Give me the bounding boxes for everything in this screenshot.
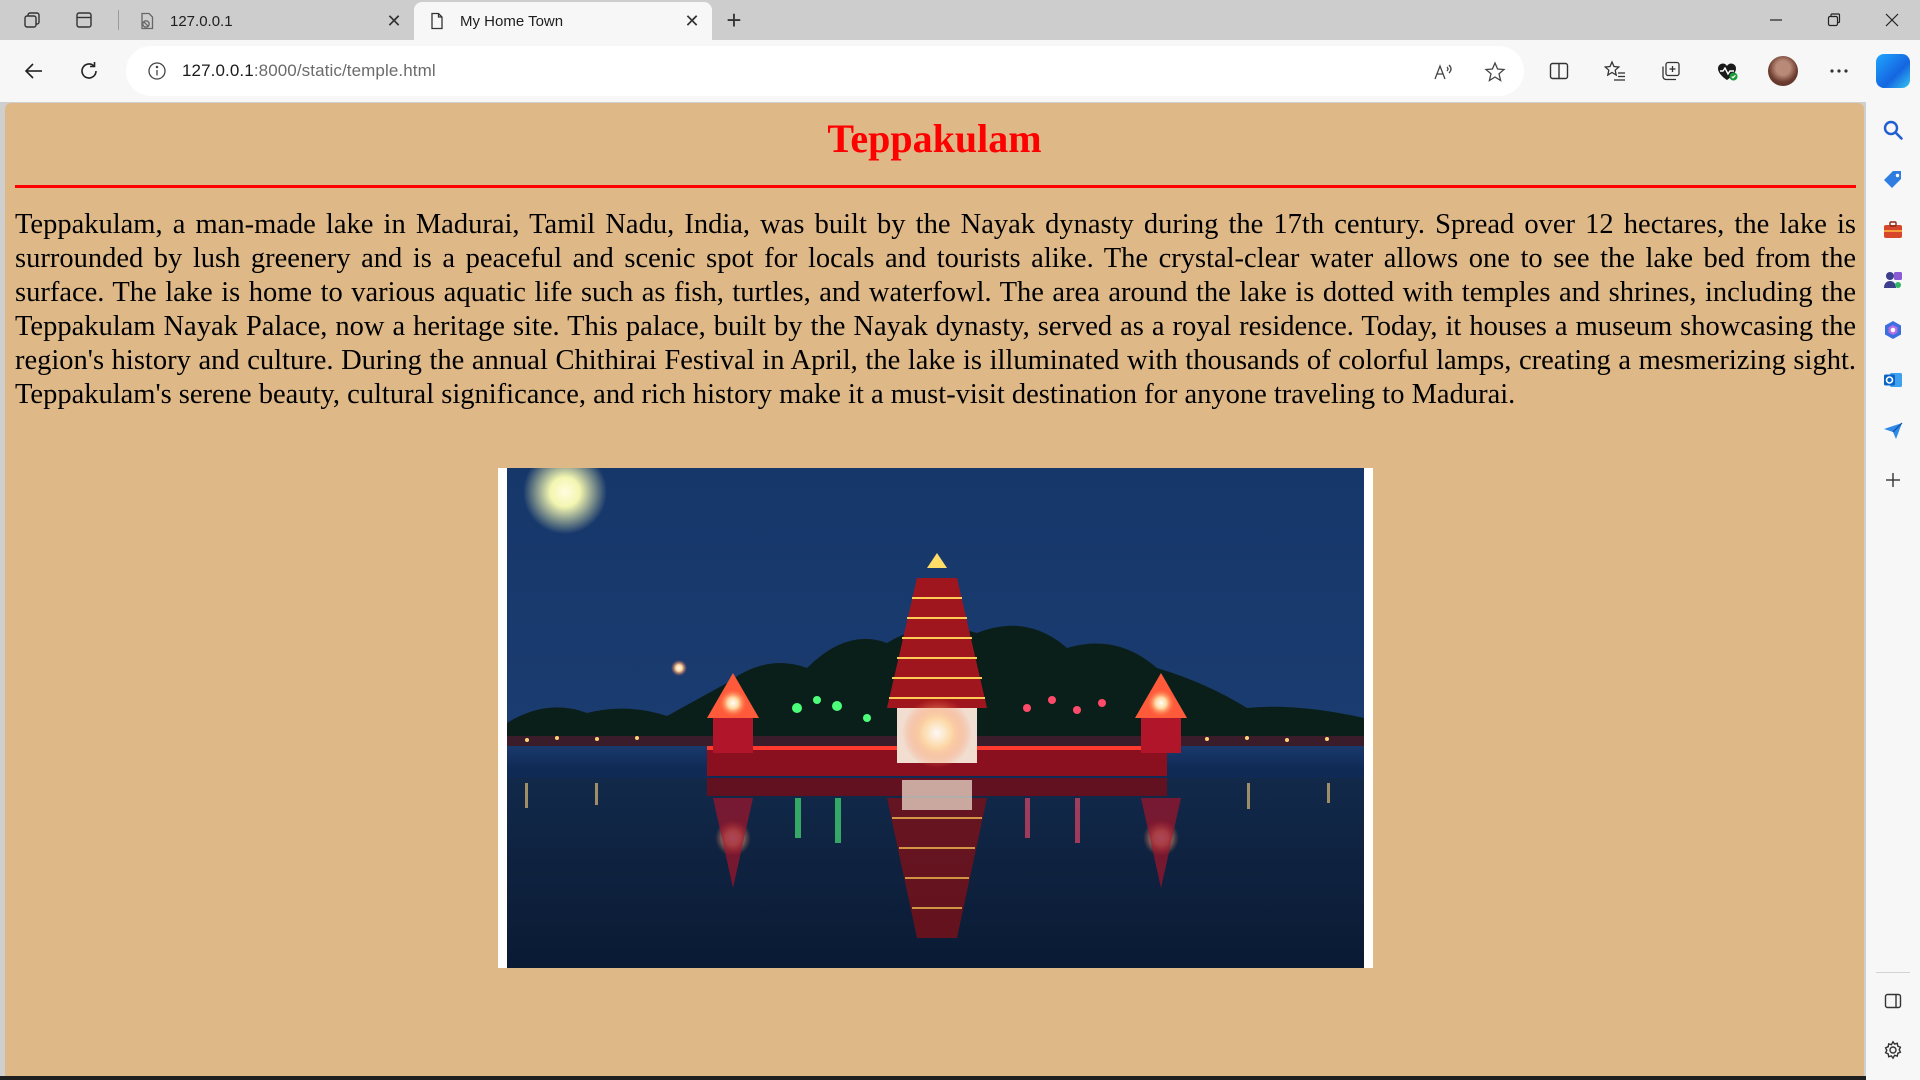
horizontal-rule	[15, 185, 1856, 188]
tab-title: 127.0.0.1	[170, 12, 233, 30]
description-paragraph: Teppakulam, a man-made lake in Madurai, …	[15, 209, 1856, 410]
minimize-icon[interactable]	[1748, 0, 1804, 40]
copilot-icon[interactable]	[1876, 54, 1910, 88]
add-sidebar-app-icon[interactable]	[1879, 466, 1907, 494]
workspaces-icon[interactable]	[16, 6, 48, 34]
sidebar-divider	[1876, 972, 1910, 973]
read-aloud-icon[interactable]	[1430, 59, 1456, 85]
close-tab-icon[interactable]: ✕	[678, 7, 706, 35]
new-tab-button[interactable]: +	[718, 5, 750, 35]
page-blocked-icon	[138, 12, 156, 30]
tab-title: My Home Town	[460, 12, 564, 30]
window-bottom-edge	[0, 1076, 1866, 1080]
close-window-icon[interactable]	[1864, 0, 1920, 40]
image-frame	[498, 468, 1373, 968]
teppakulam-photo	[507, 468, 1364, 968]
vertical-tabs-icon[interactable]	[68, 6, 100, 34]
shopping-tag-icon[interactable]	[1879, 166, 1907, 194]
microsoft-365-icon[interactable]	[1879, 316, 1907, 344]
tab-separator	[118, 10, 119, 30]
edge-sidebar	[1866, 102, 1920, 1080]
hide-sidebar-icon[interactable]	[1879, 987, 1907, 1015]
browser-toolbar: 127.0.0.1:8000/static/temple.html	[0, 40, 1920, 102]
favorites-icon[interactable]	[1600, 56, 1630, 86]
url-host: 127.0.0.1	[182, 61, 254, 80]
games-icon[interactable]	[1879, 266, 1907, 294]
close-tab-icon[interactable]: ✕	[380, 7, 408, 35]
back-icon[interactable]	[15, 53, 53, 89]
tab-localhost[interactable]: 127.0.0.1 ✕	[124, 2, 414, 40]
tab-strip: 127.0.0.1 ✕ My Home Town ✕ +	[0, 0, 1920, 40]
url-text: 127.0.0.1:8000/static/temple.html	[182, 61, 436, 81]
address-bar[interactable]: 127.0.0.1:8000/static/temple.html	[126, 46, 1524, 96]
refresh-icon[interactable]	[70, 53, 108, 89]
page-title: Teppakulam	[827, 116, 1042, 161]
tab-my-home-town[interactable]: My Home Town ✕	[414, 2, 712, 40]
favorite-star-icon[interactable]	[1482, 59, 1508, 85]
restore-icon[interactable]	[1806, 0, 1862, 40]
search-icon[interactable]	[1879, 116, 1907, 144]
site-info-icon[interactable]	[146, 60, 168, 82]
split-screen-icon[interactable]	[1544, 56, 1574, 86]
collections-icon[interactable]	[1656, 56, 1686, 86]
profile-avatar[interactable]	[1768, 56, 1798, 86]
web-page: Teppakulam Teppakulam, a man-made lake i…	[5, 103, 1864, 1076]
drop-send-icon[interactable]	[1879, 416, 1907, 444]
browser-essentials-icon[interactable]	[1712, 56, 1742, 86]
page-icon	[428, 12, 446, 30]
tools-briefcase-icon[interactable]	[1879, 216, 1907, 244]
outlook-icon[interactable]	[1879, 366, 1907, 394]
url-path: :8000/static/temple.html	[253, 61, 436, 80]
more-options-icon[interactable]	[1824, 56, 1854, 86]
settings-gear-icon[interactable]	[1879, 1036, 1907, 1064]
